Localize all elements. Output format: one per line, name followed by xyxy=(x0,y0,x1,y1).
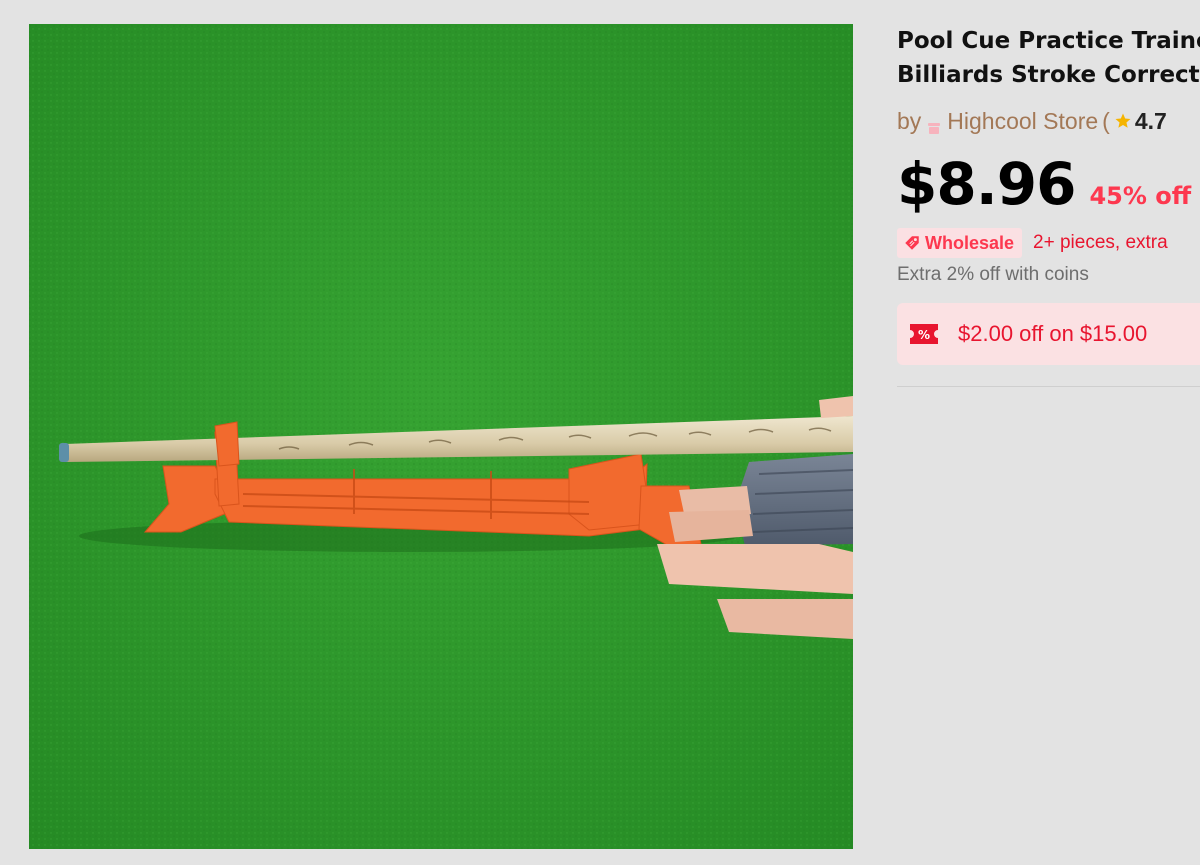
price-row: $8.96 45% off $ xyxy=(897,150,1200,220)
store-rating: 4.7 xyxy=(1114,108,1167,135)
star-icon xyxy=(1115,113,1131,128)
product-info: Pool Cue Practice Traine Billiards Strok… xyxy=(897,24,1200,387)
wholesale-badge: Wholesale xyxy=(897,228,1023,258)
divider xyxy=(897,386,1200,387)
product-image[interactable] xyxy=(29,24,853,849)
store-paren: ( xyxy=(1102,107,1110,134)
wholesale-text: 2+ pieces, extra xyxy=(1033,232,1168,253)
store-prefix: by xyxy=(897,107,922,134)
store-icon xyxy=(927,114,941,134)
coupon-text: $2.00 off on $15.00 xyxy=(958,321,1148,346)
product-page: Pool Cue Practice Traine Billiards Strok… xyxy=(0,0,1200,865)
coins-text: Extra 2% off with coins xyxy=(897,264,1089,285)
rating-value: 4.7 xyxy=(1134,107,1167,134)
store-name-link[interactable]: Highcool Store xyxy=(947,108,1098,135)
coupon-icon-text: % xyxy=(918,328,930,342)
product-title-line-2[interactable]: Billiards Stroke Correcti xyxy=(897,58,1200,92)
coupon-icon: % xyxy=(910,324,938,344)
coupon-box[interactable]: % $2.00 off on $15.00 xyxy=(897,303,1200,365)
product-title-line-1[interactable]: Pool Cue Practice Traine xyxy=(897,24,1200,58)
wholesale-label: Wholesale xyxy=(925,232,1015,253)
store-row: by Highcool Store ( 4.7 xyxy=(897,106,1200,136)
current-price: $8.96 xyxy=(897,150,1076,218)
tag-icon xyxy=(905,236,919,250)
wholesale-row: Wholesale 2+ pieces, extra xyxy=(897,228,1200,258)
discount-percent: 45% off xyxy=(1089,182,1192,210)
product-photo xyxy=(29,24,853,849)
